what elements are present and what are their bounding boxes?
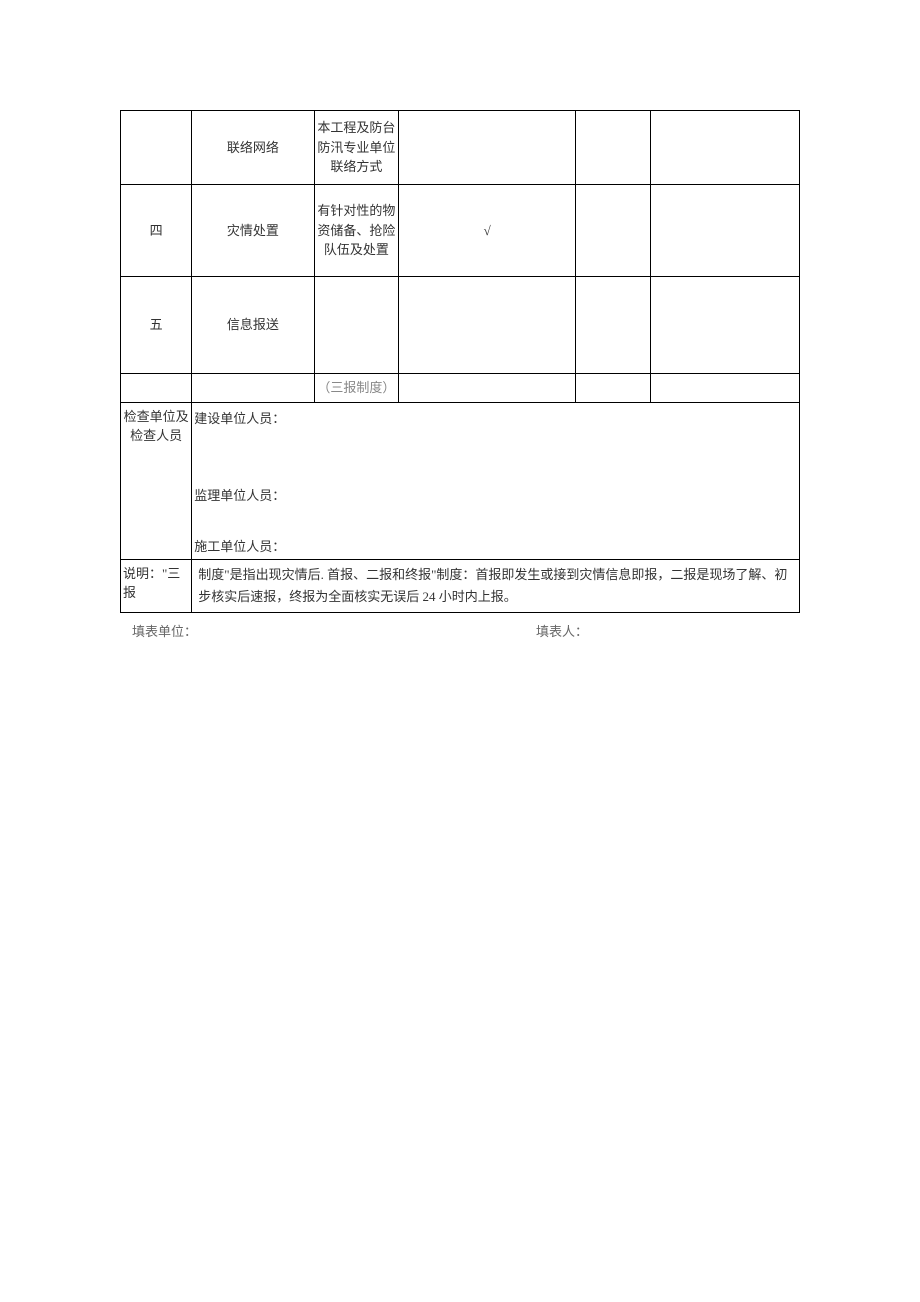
cell-r1-c4 xyxy=(399,111,576,185)
cell-r3-c2: 信息报送 xyxy=(192,277,314,374)
cell-r3b-c2 xyxy=(192,374,314,403)
cell-r2-c4: √ xyxy=(399,185,576,277)
personnel-line-2: 监理单位人员： xyxy=(194,456,797,505)
personnel-line-3: 施工单位人员： xyxy=(194,505,797,554)
cell-r3-c4 xyxy=(399,277,576,374)
cell-r3b-c3: （三报制度） xyxy=(314,374,399,403)
cell-r1-c5 xyxy=(575,111,650,185)
cell-r2-c6 xyxy=(650,185,799,277)
cell-r1-c6 xyxy=(650,111,799,185)
table-row-description: 说明："三报 制度"是指出现灾情后. 首报、二报和终报"制度：首报即发生或接到灾… xyxy=(121,559,800,612)
personnel-content-cell: 建设单位人员： 监理单位人员： 施工单位人员： xyxy=(192,402,800,559)
cell-r2-c5 xyxy=(575,185,650,277)
description-label-cell: 说明："三报 xyxy=(121,559,192,612)
table-row: （三报制度） xyxy=(121,374,800,403)
footer-left: 填表单位： xyxy=(120,621,528,640)
cell-r3b-c4 xyxy=(399,374,576,403)
table-row: 联络网络 本工程及防台防汛专业单位联络方式 xyxy=(121,111,800,185)
cell-r3-c3 xyxy=(314,277,399,374)
footer-right: 填表人： xyxy=(528,621,800,640)
cell-r3-c6 xyxy=(650,277,799,374)
cell-r3b-c6 xyxy=(650,374,799,403)
personnel-label-cell: 检查单位及检查人员 xyxy=(121,402,192,559)
table-row-personnel: 检查单位及检查人员 建设单位人员： 监理单位人员： 施工单位人员： xyxy=(121,402,800,559)
table-row: 五 信息报送 xyxy=(121,277,800,374)
cell-r2-c2: 灾情处置 xyxy=(192,185,314,277)
description-content-cell: 制度"是指出现灾情后. 首报、二报和终报"制度：首报即发生或接到灾情信息即报，二… xyxy=(192,559,800,612)
footer-line: 填表单位： 填表人： xyxy=(120,621,800,640)
cell-r3-c5 xyxy=(575,277,650,374)
cell-r1-c2: 联络网络 xyxy=(192,111,314,185)
table-row: 四 灾情处置 有针对性的物资储备、抢险队伍及处置 √ xyxy=(121,185,800,277)
cell-r2-c3: 有针对性的物资储备、抢险队伍及处置 xyxy=(314,185,399,277)
cell-r1-c3: 本工程及防台防汛专业单位联络方式 xyxy=(314,111,399,185)
inspection-table: 联络网络 本工程及防台防汛专业单位联络方式 四 灾情处置 有针对性的物资储备、抢… xyxy=(120,110,800,613)
cell-r3b-c5 xyxy=(575,374,650,403)
cell-r3-c1: 五 xyxy=(121,277,192,374)
cell-r3b-c1 xyxy=(121,374,192,403)
personnel-line-1: 建设单位人员： xyxy=(194,407,797,456)
cell-r1-c1 xyxy=(121,111,192,185)
cell-r2-c1: 四 xyxy=(121,185,192,277)
